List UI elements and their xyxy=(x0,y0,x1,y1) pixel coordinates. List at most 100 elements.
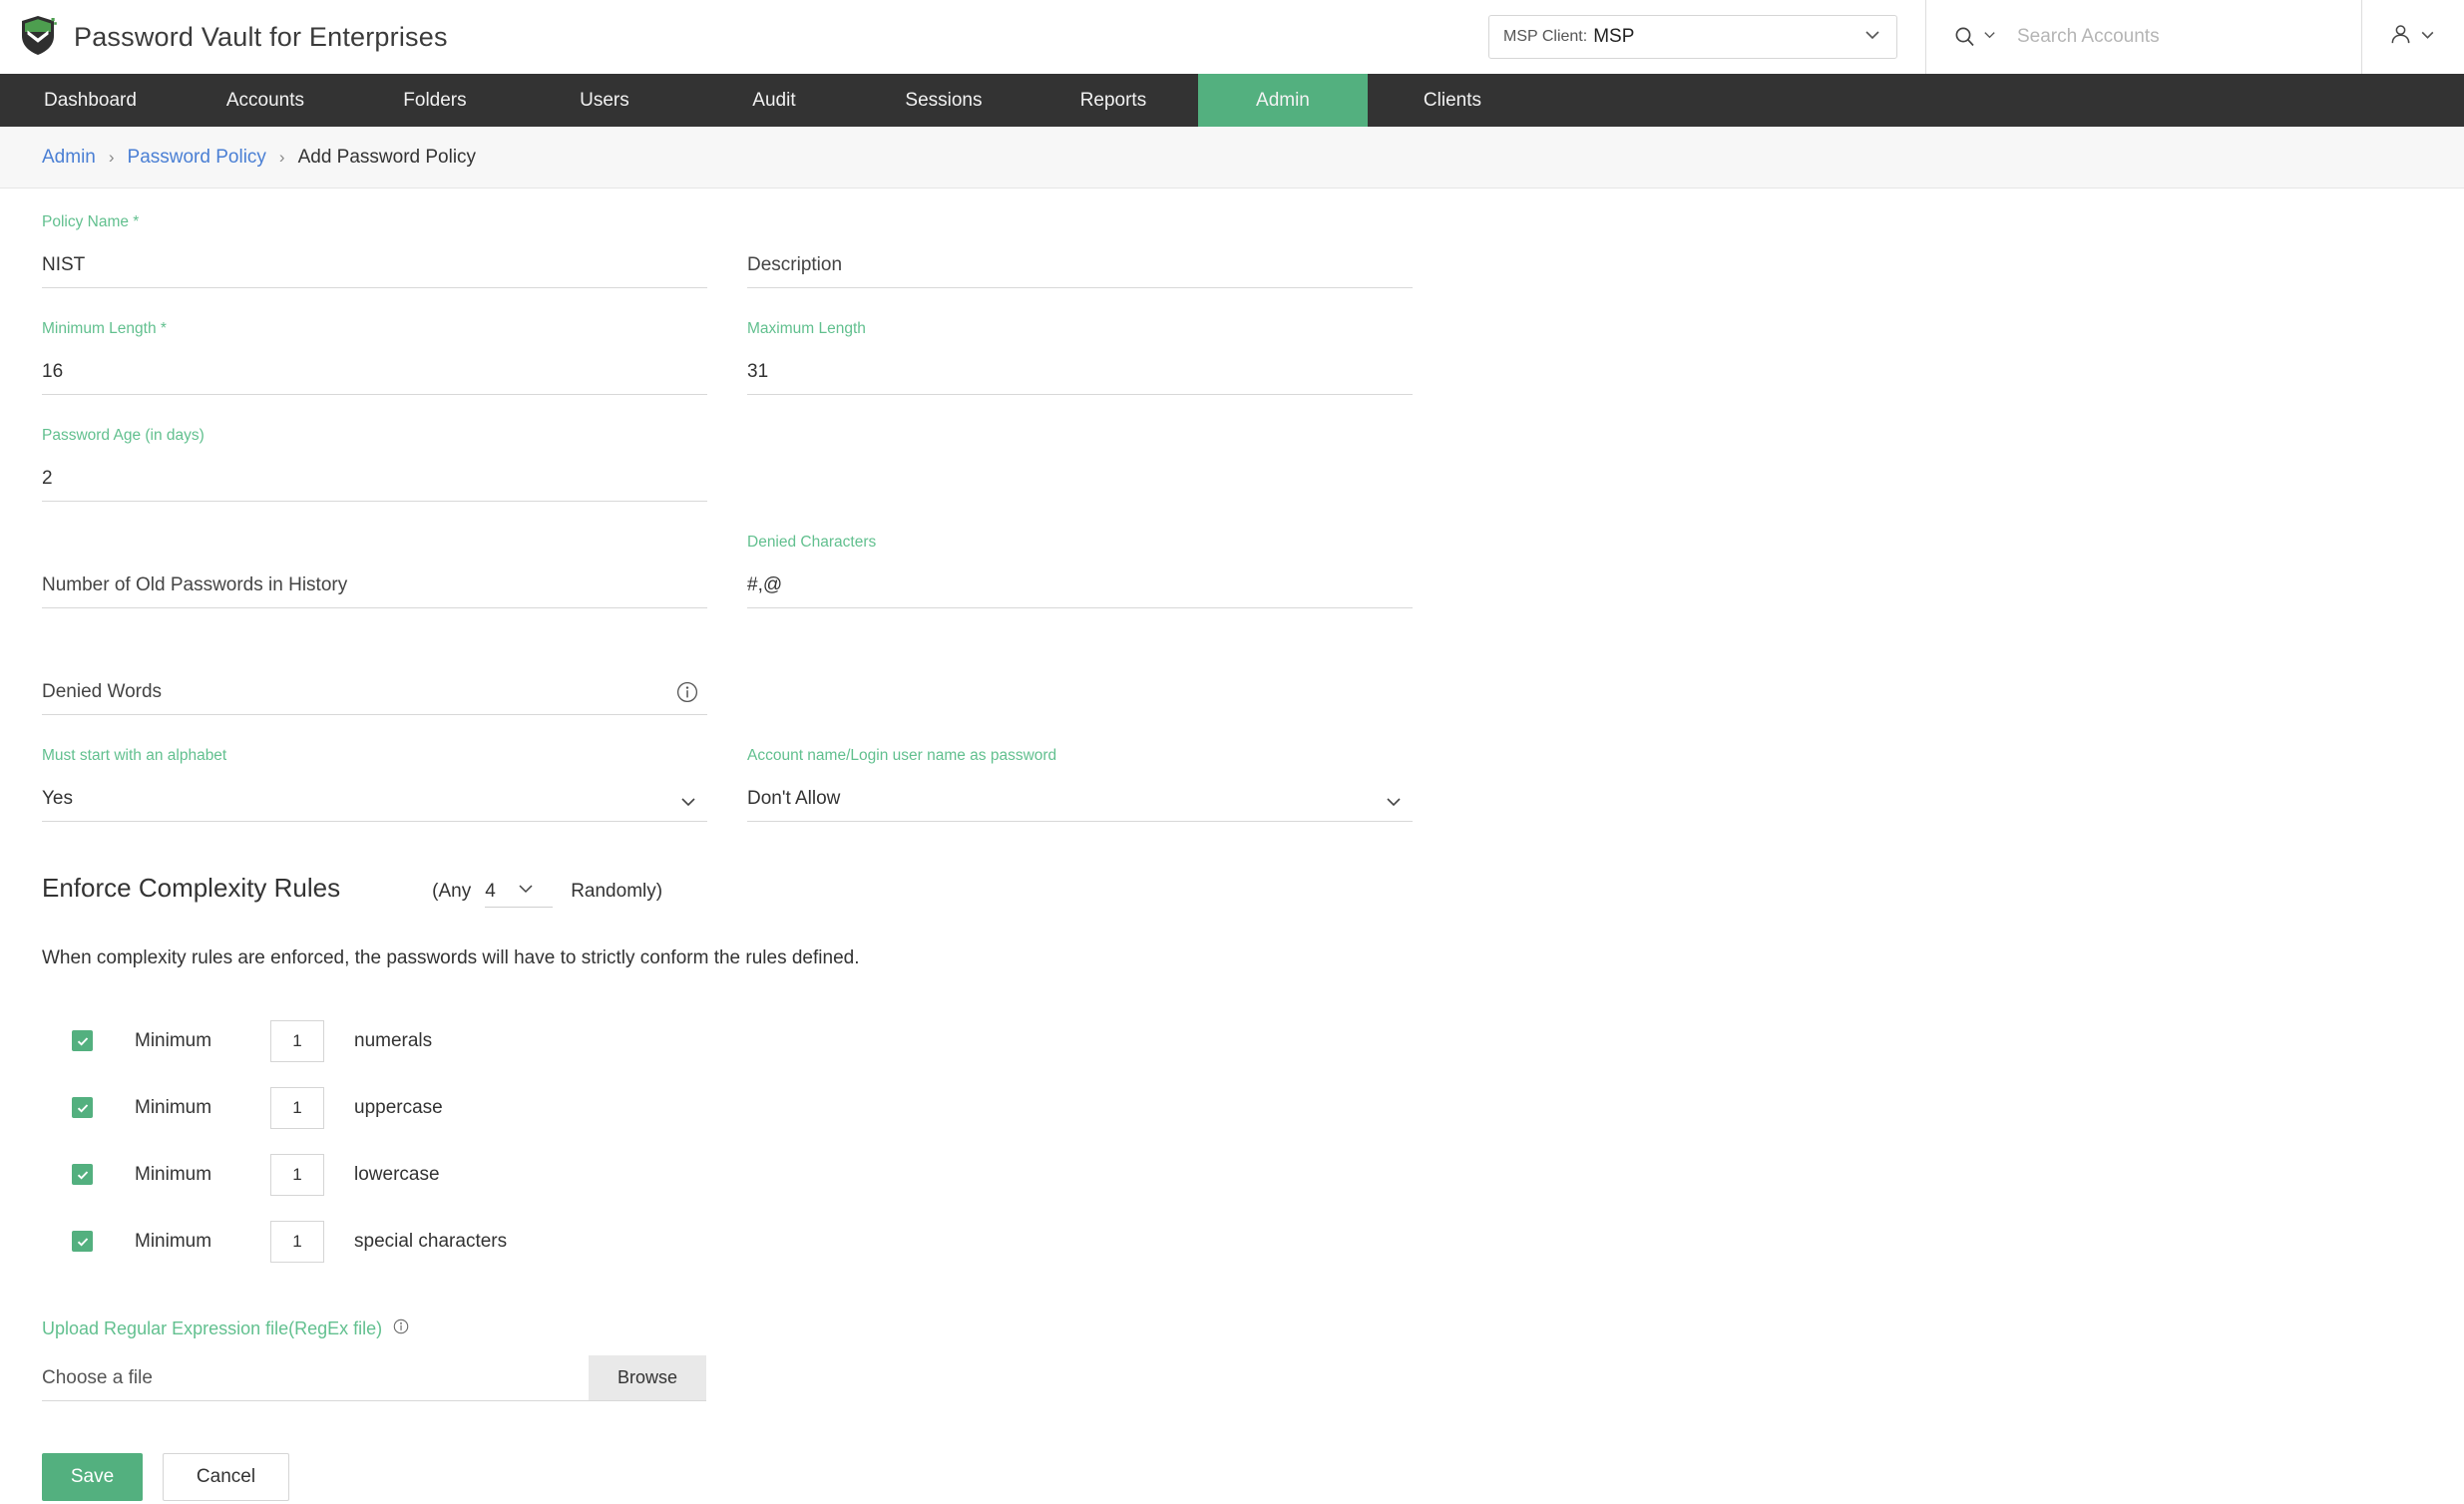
user-menu[interactable] xyxy=(2362,0,2464,74)
breadcrumb-item-password-policy[interactable]: Password Policy xyxy=(128,147,266,169)
search-input[interactable] xyxy=(2015,25,2344,49)
rule-label-numerals: numerals xyxy=(354,1029,433,1051)
must-start-with-alphabet-select[interactable] xyxy=(42,788,707,810)
rule-row-uppercase: Minimum uppercase xyxy=(42,1074,2422,1141)
field-label-account-name-as-password: Account name/Login user name as password xyxy=(747,747,1057,764)
regex-upload-block: Upload Regular Expression file(RegEx fil… xyxy=(42,1316,2422,1401)
field-denied-characters: Denied Characters xyxy=(747,509,1413,615)
field-line xyxy=(42,351,707,395)
breadcrumb-item-admin[interactable]: Admin xyxy=(42,147,96,169)
search-area xyxy=(1926,0,2361,74)
field-label-must-start-with-alphabet: Must start with an alphabet xyxy=(42,747,227,764)
policy-form: Policy Name * Description Minimum Length… xyxy=(0,188,2464,1504)
rule-label-special-characters: special characters xyxy=(354,1230,508,1252)
field-label-denied-characters: Denied Characters xyxy=(747,534,877,551)
complexity-header: Enforce Complexity Rules (Any 4 Randomly… xyxy=(42,873,2422,908)
nav-item-sessions[interactable]: Sessions xyxy=(859,74,1028,127)
rule-value-uppercase[interactable] xyxy=(270,1086,324,1129)
nav-item-reports[interactable]: Reports xyxy=(1028,74,1198,127)
nav-item-audit[interactable]: Audit xyxy=(689,74,859,127)
checkbox-numerals[interactable] xyxy=(72,1030,93,1051)
breadcrumb: Admin › Password Policy › Add Password P… xyxy=(0,127,2464,188)
nav-item-clients[interactable]: Clients xyxy=(1368,74,1537,127)
policy-name-input[interactable] xyxy=(42,254,707,276)
chevron-down-icon xyxy=(1383,791,1405,818)
chevron-down-icon xyxy=(677,791,699,818)
cancel-button[interactable]: Cancel xyxy=(163,1453,289,1501)
field-line xyxy=(42,244,707,288)
rule-row-numerals: Minimum numerals xyxy=(42,1007,2422,1074)
field-line xyxy=(747,564,1413,608)
chevron-down-icon xyxy=(1862,25,1882,50)
complexity-title: Enforce Complexity Rules xyxy=(42,873,341,903)
field-line[interactable] xyxy=(747,778,1413,822)
nav-item-users[interactable]: Users xyxy=(520,74,689,127)
any-count-value: 4 xyxy=(485,880,496,902)
file-name-placeholder[interactable]: Choose a file xyxy=(42,1355,589,1400)
any-suffix-label: Randomly) xyxy=(571,881,663,902)
info-icon[interactable] xyxy=(673,678,701,711)
form-grid: Policy Name * Description Minimum Length… xyxy=(42,188,2422,829)
main-navigation: Dashboard Accounts Folders Users Audit S… xyxy=(0,74,2464,127)
chevron-right-icon: › xyxy=(108,147,115,167)
minimum-length-input[interactable] xyxy=(42,361,707,383)
complexity-description: When complexity rules are enforced, the … xyxy=(42,947,860,968)
save-button[interactable]: Save xyxy=(42,1453,143,1501)
chevron-down-icon xyxy=(2419,26,2436,48)
checkbox-lowercase[interactable] xyxy=(72,1164,93,1185)
shield-logo-icon xyxy=(18,14,58,61)
msp-client-select[interactable]: MSP Client: MSP xyxy=(1488,15,1897,59)
field-line xyxy=(42,564,707,608)
checkbox-uppercase[interactable] xyxy=(72,1097,93,1118)
field-denied-words: Denied Words xyxy=(42,615,707,722)
field-line xyxy=(747,244,1413,288)
denied-words-input[interactable] xyxy=(42,681,630,703)
field-label-policy-name: Policy Name * xyxy=(42,213,140,230)
rule-min-label: Minimum xyxy=(135,1029,212,1051)
breadcrumb-item-current: Add Password Policy xyxy=(297,146,477,168)
field-password-age: Password Age (in days) xyxy=(42,402,707,509)
search-icon[interactable] xyxy=(1952,24,1997,50)
regex-upload-label: Upload Regular Expression file(RegEx fil… xyxy=(42,1318,383,1338)
rule-min-label: Minimum xyxy=(135,1230,212,1252)
field-account-name-as-password: Account name/Login user name as password xyxy=(747,722,1413,829)
rule-value-numerals[interactable] xyxy=(270,1019,324,1062)
field-label-maximum-length: Maximum Length xyxy=(747,320,866,337)
top-header-bar: Password Vault for Enterprises MSP Clien… xyxy=(0,0,2464,74)
description-input[interactable] xyxy=(747,254,1413,276)
chevron-down-icon xyxy=(516,879,536,905)
msp-client-label: MSP Client: xyxy=(1503,28,1588,45)
chevron-right-icon: › xyxy=(278,147,285,167)
user-icon xyxy=(2388,22,2413,52)
maximum-length-input[interactable] xyxy=(747,361,1413,383)
field-must-start-with-alphabet: Must start with an alphabet xyxy=(42,722,707,829)
browse-button[interactable]: Browse xyxy=(589,1355,706,1400)
field-line xyxy=(42,458,707,502)
brand: Password Vault for Enterprises xyxy=(0,0,448,74)
rule-label-lowercase: lowercase xyxy=(354,1163,440,1185)
rule-min-label: Minimum xyxy=(135,1096,212,1118)
field-label-password-age: Password Age (in days) xyxy=(42,427,205,444)
checkbox-special-characters[interactable] xyxy=(72,1231,93,1252)
any-count-select[interactable]: 4 xyxy=(485,876,554,908)
field-policy-name: Policy Name * xyxy=(42,188,707,295)
nav-item-dashboard[interactable]: Dashboard xyxy=(0,74,181,127)
chevron-down-icon xyxy=(1982,27,1997,47)
denied-characters-input[interactable] xyxy=(747,574,1413,596)
nav-item-accounts[interactable]: Accounts xyxy=(181,74,350,127)
field-label-minimum-length: Minimum Length * xyxy=(42,320,167,337)
field-line[interactable] xyxy=(42,778,707,822)
account-name-as-password-select[interactable] xyxy=(747,788,1413,810)
info-icon[interactable] xyxy=(391,1316,411,1341)
regex-upload-label-wrap: Upload Regular Expression file(RegEx fil… xyxy=(42,1316,2422,1341)
file-chooser-row: Choose a file Browse xyxy=(42,1355,706,1401)
password-age-input[interactable] xyxy=(42,468,707,490)
form-actions: Save Cancel xyxy=(42,1453,2422,1504)
nav-item-folders[interactable]: Folders xyxy=(350,74,520,127)
rule-value-lowercase[interactable] xyxy=(270,1153,324,1196)
header-right-tools: MSP Client: MSP xyxy=(1488,0,2464,74)
rule-value-special-characters[interactable] xyxy=(270,1220,324,1263)
field-line xyxy=(42,671,707,715)
old-passwords-history-input[interactable] xyxy=(42,574,707,596)
nav-item-admin[interactable]: Admin xyxy=(1197,74,1368,127)
